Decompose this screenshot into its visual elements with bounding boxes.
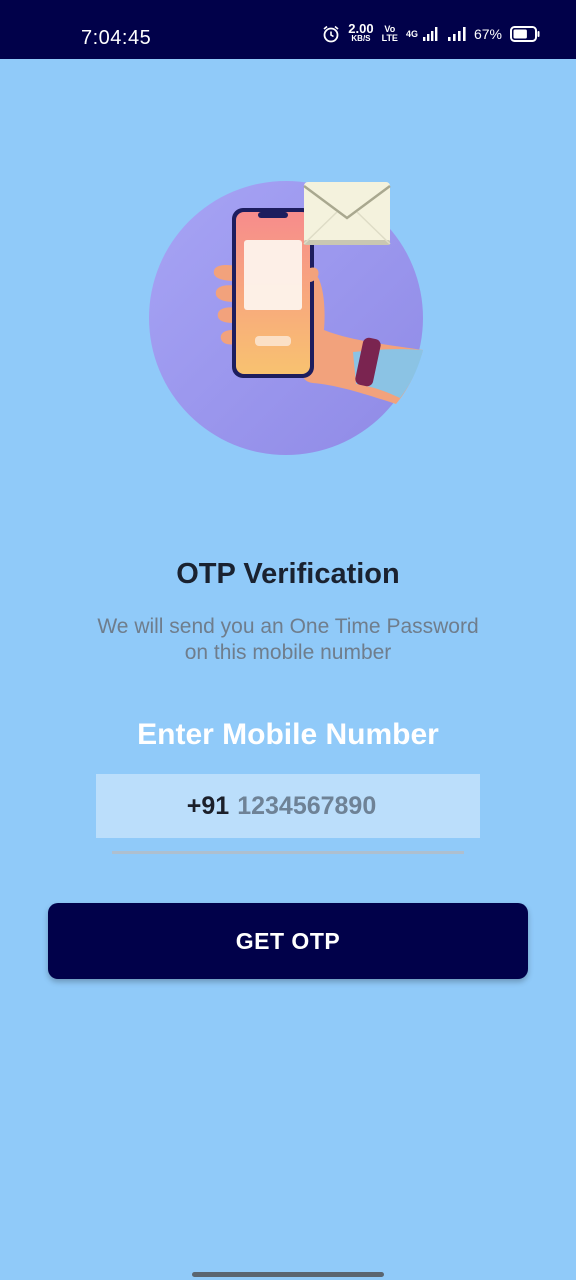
country-code: +91 (186, 791, 230, 820)
home-indicator[interactable] (192, 1272, 384, 1277)
network-type: 4G (405, 29, 418, 39)
phone-number-field[interactable]: +91 (96, 774, 480, 838)
signal-icon (446, 26, 466, 42)
mobile-number-label: Enter Mobile Number (137, 718, 439, 751)
signal-icon (422, 26, 438, 42)
phone-number-input[interactable] (237, 791, 390, 821)
page-title: OTP Verification (176, 558, 400, 590)
field-underline (112, 851, 464, 854)
get-otp-button[interactable]: GET OTP (48, 903, 528, 979)
subtitle-line-1: We will send you an One Time Password (97, 615, 479, 638)
status-icons: 2.00 KB/S Vo LTE 4G 67% (322, 21, 540, 44)
subtitle-line-2: on this mobile number (184, 641, 392, 664)
volte-indicator: Vo LTE (382, 25, 398, 43)
alarm-icon (322, 25, 340, 43)
battery-percent: 67% (473, 26, 502, 42)
phone-message-illustration (148, 180, 428, 460)
net-speed-unit: KB/S (351, 34, 371, 43)
battery-icon (510, 26, 540, 42)
net-speed: 2.00 KB/S (348, 21, 374, 44)
net-speed-value: 2.00 (348, 21, 374, 36)
page-subtitle: We will send you an One Time Password on… (80, 614, 496, 666)
volte-bottom: LTE (381, 33, 398, 43)
status-time: 7:04:45 (81, 27, 152, 49)
status-bar: 7:04:45 2.00 KB/S Vo LTE 4G 67% (0, 0, 576, 59)
